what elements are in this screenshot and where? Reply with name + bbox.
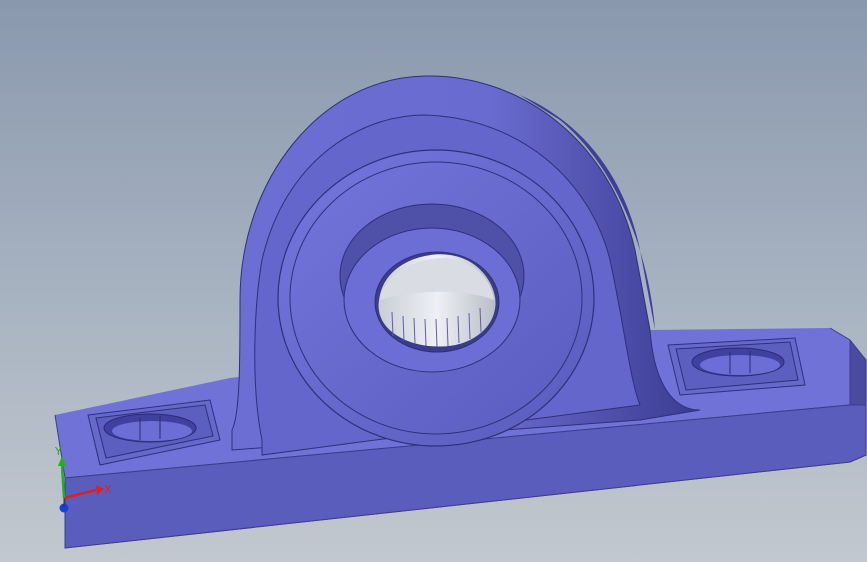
x-axis-label: X	[104, 483, 112, 496]
graphics-viewport[interactable]: X Y	[0, 0, 867, 562]
right-bolt-slot-inner	[700, 355, 780, 375]
y-axis-label: Y	[54, 445, 62, 458]
left-bolt-slot-inner	[112, 421, 192, 441]
pillow-block-model[interactable]: X Y	[0, 0, 867, 562]
